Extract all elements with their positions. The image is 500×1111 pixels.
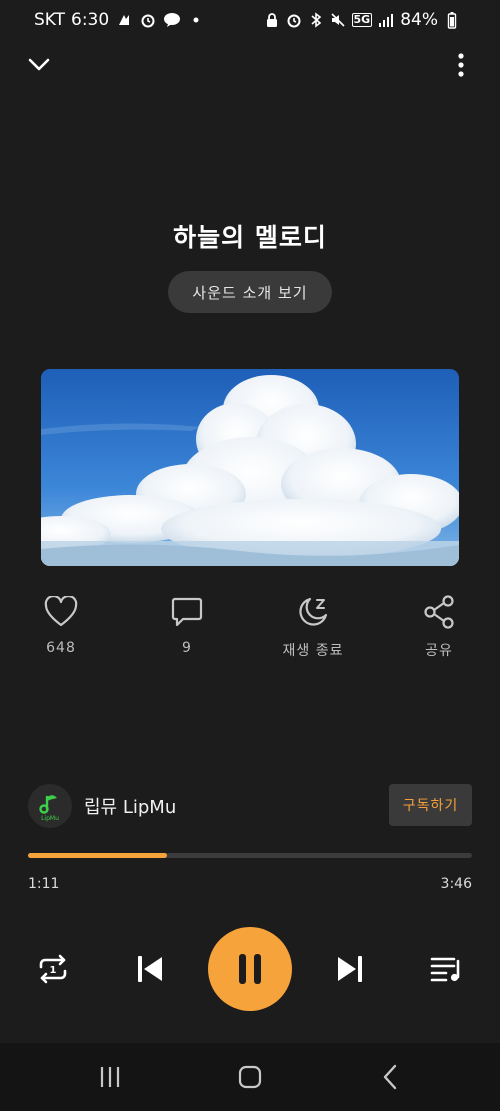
home-icon xyxy=(238,1065,262,1089)
alarm-icon xyxy=(286,11,302,29)
battery-level: 84% xyxy=(400,10,438,30)
repeat-one-button[interactable]: 1 xyxy=(30,949,76,989)
collapse-button[interactable] xyxy=(22,48,56,82)
current-time: 1:11 xyxy=(28,876,60,892)
share-label: 공유 xyxy=(425,643,453,659)
channel-row[interactable]: LipMu 립뮤 LipMu xyxy=(28,784,176,828)
gallery-icon xyxy=(115,11,133,29)
back-icon xyxy=(383,1064,397,1090)
share-action[interactable]: 공유 xyxy=(399,594,479,660)
share-icon xyxy=(421,594,457,630)
comment-icon xyxy=(169,594,205,630)
back-button[interactable] xyxy=(360,1053,420,1101)
status-bar: SKT 6:30 5G 84% xyxy=(0,0,500,42)
mute-icon xyxy=(330,11,346,29)
recent-apps-button[interactable] xyxy=(80,1053,140,1101)
progress-fill xyxy=(28,853,168,858)
chevron-down-icon xyxy=(28,58,50,71)
progress-bar[interactable] xyxy=(28,853,472,858)
album-artwork xyxy=(41,369,459,566)
track-title: 하늘의 멜로디 xyxy=(173,223,327,252)
sound-intro-button[interactable]: 사운드 소개 보기 xyxy=(168,271,332,313)
previous-button[interactable] xyxy=(128,949,172,989)
network-5g-icon: 5G xyxy=(351,13,373,27)
talk-icon xyxy=(163,11,181,29)
status-right: 5G 84% xyxy=(264,10,460,30)
skip-previous-icon xyxy=(138,956,162,982)
carrier-label: SKT xyxy=(34,10,66,30)
pause-icon xyxy=(239,954,261,984)
playlist-icon xyxy=(430,957,460,982)
sleep-timer-label: 재생 종료 xyxy=(282,643,344,659)
repeat-badge: 1 xyxy=(50,965,57,976)
pause-button[interactable] xyxy=(208,927,292,1011)
home-button[interactable] xyxy=(220,1053,280,1101)
sleep-timer-action[interactable]: 재생 종료 xyxy=(273,594,353,660)
battery-icon xyxy=(444,11,460,29)
sleep-timer-icon xyxy=(295,594,331,630)
like-action[interactable]: 648 xyxy=(21,594,101,656)
playlist-button[interactable] xyxy=(424,949,470,989)
channel-avatar[interactable]: LipMu xyxy=(28,784,72,828)
repeat-one-icon: 1 xyxy=(39,954,67,984)
total-time: 3:46 xyxy=(440,876,472,892)
channel-name[interactable]: 립뮤 LipMu xyxy=(84,793,176,819)
comment-count: 9 xyxy=(182,640,192,656)
more-vertical-icon xyxy=(458,53,464,77)
like-count: 648 xyxy=(46,640,76,656)
dot-icon xyxy=(187,11,205,29)
signal-icon xyxy=(378,11,394,29)
more-options-button[interactable] xyxy=(444,48,478,82)
skip-next-icon xyxy=(338,956,362,982)
subscribe-button[interactable]: 구독하기 xyxy=(389,784,472,826)
clock: 6:30 xyxy=(71,10,110,30)
bluetooth-icon xyxy=(308,11,324,29)
lock-icon xyxy=(264,11,280,29)
status-left: SKT 6:30 xyxy=(34,10,205,30)
heart-icon xyxy=(43,594,79,630)
next-button[interactable] xyxy=(328,949,372,989)
alarm-icon xyxy=(139,11,157,29)
music-player-screen: SKT 6:30 5G 84% 하늘의 멜로디 사운드 소개 보기 648 9 … xyxy=(0,0,500,1111)
system-navigation-bar xyxy=(0,1043,500,1111)
avatar-text: LipMu xyxy=(41,815,59,822)
comment-action[interactable]: 9 xyxy=(147,594,227,656)
recent-apps-icon xyxy=(100,1067,120,1087)
